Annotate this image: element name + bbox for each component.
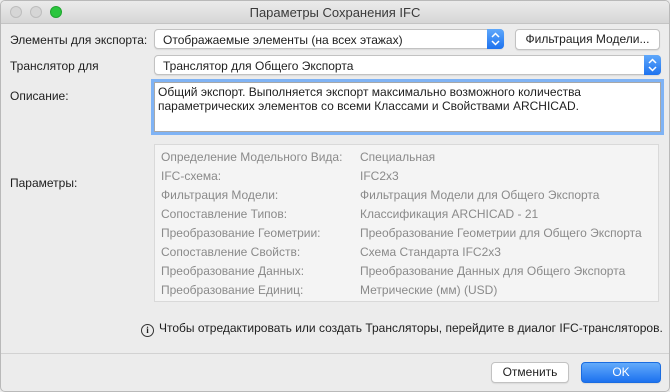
- parameter-key: Преобразование Данных:: [161, 264, 305, 278]
- export-elements-label: Элементы для экспорта:: [10, 33, 148, 47]
- title-bar: Параметры Сохранения IFC: [1, 1, 669, 24]
- parameter-key: Определение Модельного Вида:: [161, 150, 343, 164]
- translator-hint-text: Чтобы отредактировать или создать Трансл…: [159, 321, 663, 335]
- parameter-value: Фильтрация Модели для Общего Экспорта: [360, 188, 600, 202]
- parameter-key: IFC-схема:: [161, 169, 222, 183]
- description-textarea[interactable]: Общий экспорт. Выполняется экспорт макси…: [154, 82, 661, 132]
- translator-hint: i Чтобы отредактировать или создать Транс…: [141, 321, 663, 337]
- stepper-arrows-icon: [644, 55, 661, 75]
- parameter-value: Преобразование Геометрии для Общего Эксп…: [360, 226, 642, 240]
- window-title: Параметры Сохранения IFC: [249, 5, 421, 20]
- footer-divider: [1, 353, 669, 354]
- parameter-value: Схема Стандарта IFC2x3: [360, 245, 501, 259]
- parameter-value: Преобразование Данных для Общего Экспорт…: [360, 264, 626, 278]
- parameters-label: Параметры:: [10, 176, 78, 190]
- stepper-arrows-icon: [487, 29, 504, 49]
- cancel-button[interactable]: Отменить: [491, 362, 569, 383]
- translator-label: Транслятор для: [10, 59, 99, 73]
- ifc-save-options-dialog: Параметры Сохранения IFC Элементы для эк…: [0, 0, 670, 392]
- parameter-key: Преобразование Геометрии:: [161, 226, 321, 240]
- parameters-list: Определение Модельного Вида: Специальная…: [154, 144, 659, 302]
- parameter-value: Метрические (мм) (USD): [360, 283, 498, 297]
- parameter-value: Классификация ARCHICAD - 21: [360, 207, 539, 221]
- parameter-key: Преобразование Единиц:: [161, 283, 304, 297]
- description-label: Описание:: [10, 89, 69, 103]
- info-icon: i: [141, 324, 154, 337]
- ok-button[interactable]: OK: [581, 362, 661, 383]
- parameter-value: Специальная: [360, 150, 436, 164]
- export-elements-select[interactable]: Отображаемые элементы (на всех этажах): [154, 29, 504, 49]
- translator-select[interactable]: Транслятор для Общего Экспорта: [154, 55, 661, 75]
- export-elements-value: Отображаемые элементы (на всех этажах): [163, 33, 403, 47]
- model-filter-button[interactable]: Фильтрация Модели...: [515, 29, 660, 50]
- translator-value: Транслятор для Общего Экспорта: [163, 59, 354, 73]
- parameter-value: IFC2x3: [360, 169, 399, 183]
- parameter-key: Сопоставление Свойств:: [161, 245, 301, 259]
- parameter-key: Фильтрация Модели:: [161, 188, 279, 202]
- parameter-key: Сопоставление Типов:: [161, 207, 288, 221]
